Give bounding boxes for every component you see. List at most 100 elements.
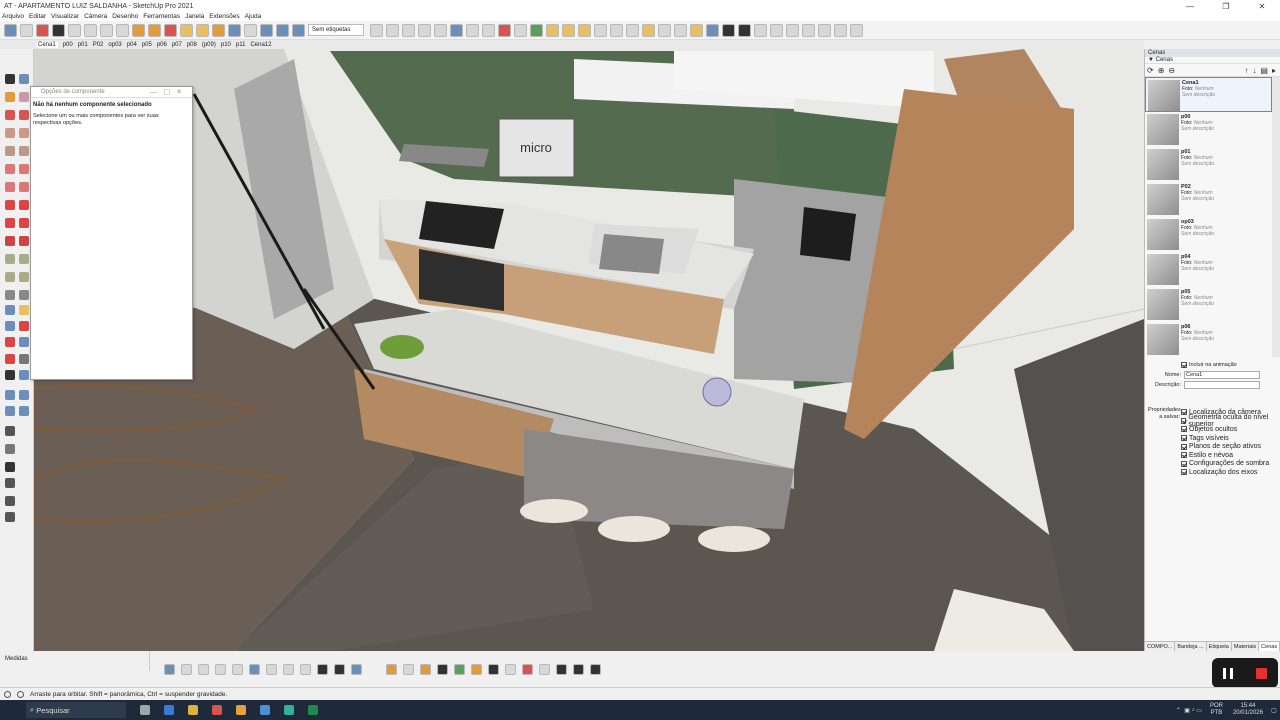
3d-text-icon[interactable]: [19, 290, 29, 300]
axes-icon[interactable]: [5, 290, 15, 300]
push-pull-icon[interactable]: [19, 200, 29, 210]
help-icon[interactable]: [300, 663, 311, 675]
tab-p08[interactable]: p08: [187, 42, 197, 48]
menu-arquivo[interactable]: Arquivo: [2, 13, 24, 20]
sandbox-icon[interactable]: [19, 406, 29, 416]
menu-icon[interactable]: [334, 663, 345, 675]
rotate-icon[interactable]: [317, 663, 328, 675]
tab-p10[interactable]: p10: [221, 42, 231, 48]
volume-icon[interactable]: ♪: [1192, 707, 1195, 713]
name-input[interactable]: Cena1: [1184, 370, 1260, 379]
kbd-label[interactable]: PTB: [1210, 710, 1223, 717]
pie-icon[interactable]: [5, 182, 15, 192]
wireframe-style-icon[interactable]: [402, 23, 415, 37]
cube-icon[interactable]: [181, 663, 192, 675]
plugin-icon[interactable]: [706, 23, 719, 37]
orbit-icon[interactable]: [5, 305, 15, 315]
plugin-icon[interactable]: [164, 23, 177, 37]
rectangle-icon[interactable]: [818, 23, 831, 37]
sketchup-icon[interactable]: [260, 705, 270, 715]
folder-icon[interactable]: [188, 705, 198, 715]
cube-icon[interactable]: [690, 23, 703, 37]
minimize-button[interactable]: —: [1172, 0, 1208, 12]
cube-icon[interactable]: [266, 663, 277, 675]
view-options-icon[interactable]: ▤: [1260, 66, 1268, 75]
battery-icon[interactable]: ▭: [1196, 707, 1202, 714]
list-item[interactable]: p06 Foto: Nenhum Sem descrição: [1145, 322, 1272, 357]
files-icon[interactable]: [164, 705, 174, 715]
plugin-icon[interactable]: [386, 663, 397, 675]
panel-subheader[interactable]: ▼ Cenas: [1145, 57, 1280, 64]
move-down-icon[interactable]: ↓: [1252, 66, 1256, 75]
tab-materiais[interactable]: Materiais: [1232, 642, 1260, 651]
scale-icon[interactable]: [5, 236, 15, 246]
tab-p11[interactable]: p11: [236, 42, 246, 48]
textures-style-icon[interactable]: [450, 23, 463, 37]
prop-checkbox[interactable]: Localização dos eixos: [1181, 468, 1280, 477]
plugin-icon[interactable]: [471, 663, 482, 675]
component-icon[interactable]: [19, 74, 29, 84]
tab-p06[interactable]: p06: [157, 42, 167, 48]
line-icon[interactable]: [5, 110, 15, 120]
list-item[interactable]: Cena1 Foto: Nenhum Sem descrição: [1145, 77, 1272, 112]
measurements-box[interactable]: Medidas: [0, 651, 150, 671]
plugin-icon[interactable]: [148, 23, 161, 37]
3d-viewport[interactable]: micro: [34, 49, 1144, 651]
shaded-style-icon[interactable]: [370, 23, 383, 37]
plugin-icon[interactable]: [180, 23, 193, 37]
walk-icon[interactable]: [5, 370, 15, 380]
arc-icon[interactable]: [5, 164, 15, 174]
plugin-icon[interactable]: [228, 23, 241, 37]
tools-icon[interactable]: [52, 23, 65, 37]
box-icon[interactable]: [578, 23, 591, 37]
warehouse-icon[interactable]: [4, 23, 17, 37]
dimension-icon[interactable]: [19, 254, 29, 264]
tab-p05[interactable]: p05: [142, 42, 152, 48]
move-icon[interactable]: [244, 23, 257, 37]
cube-icon[interactable]: [674, 23, 687, 37]
geo-icon[interactable]: [17, 690, 24, 698]
plugin-icon[interactable]: [786, 23, 799, 37]
checker-icon[interactable]: [505, 663, 516, 675]
lang-label[interactable]: POR: [1210, 703, 1223, 710]
freehand-icon[interactable]: [19, 110, 29, 120]
plugin-icon[interactable]: [610, 23, 623, 37]
previous-view-icon[interactable]: [19, 337, 29, 347]
layout-icon[interactable]: [36, 23, 49, 37]
sandbox-icon[interactable]: [5, 406, 15, 416]
offset-icon[interactable]: [19, 236, 29, 246]
zoom-extents-icon[interactable]: [5, 337, 15, 347]
iso-view-icon[interactable]: [68, 23, 81, 37]
maximize-button[interactable]: ❐: [1208, 0, 1244, 12]
shaded-style-icon[interactable]: [434, 23, 447, 37]
sandbox-icon[interactable]: [19, 390, 29, 400]
play-icon[interactable]: [530, 23, 543, 37]
list-item[interactable]: P02 Foto: Nenhum Sem descrição: [1145, 182, 1272, 217]
list-item[interactable]: p04 Foto: Nenhum Sem descrição: [1145, 252, 1272, 287]
orbit-icon[interactable]: [249, 663, 260, 675]
rectangle-icon[interactable]: [5, 128, 15, 138]
tab-p07[interactable]: p07: [172, 42, 182, 48]
chrome-icon[interactable]: [236, 705, 246, 715]
look-around-icon[interactable]: [19, 354, 29, 364]
front-view-icon[interactable]: [100, 23, 113, 37]
info-icon[interactable]: [4, 690, 11, 698]
move-up-icon[interactable]: ↑: [1244, 66, 1248, 75]
arc-icon[interactable]: [19, 164, 29, 174]
section-fill-icon[interactable]: [514, 23, 527, 37]
menu-visualizar[interactable]: Visualizar: [51, 13, 79, 20]
follow-me-icon[interactable]: [19, 218, 29, 228]
plugin-icon[interactable]: [626, 23, 639, 37]
chevron-up-icon[interactable]: ⌃: [1176, 707, 1181, 714]
vray-icon[interactable]: [738, 23, 751, 37]
gear-icon[interactable]: [539, 663, 550, 675]
plugin-icon[interactable]: [770, 23, 783, 37]
top-view-icon[interactable]: [84, 23, 97, 37]
tab-cena1[interactable]: Cena1: [36, 41, 58, 48]
move-icon[interactable]: [5, 200, 15, 210]
user-icon[interactable]: [590, 663, 601, 675]
list-item[interactable]: op03 Foto: Nenhum Sem descrição: [1145, 217, 1272, 252]
section-plane-icon[interactable]: [498, 23, 511, 37]
plugin-icon[interactable]: [132, 23, 145, 37]
cube-icon[interactable]: [642, 23, 655, 37]
